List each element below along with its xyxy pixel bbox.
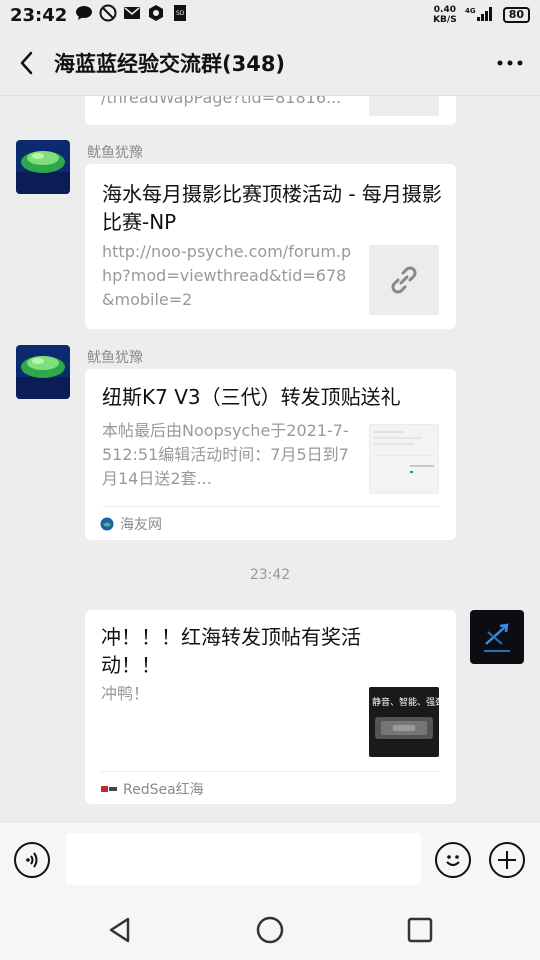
emoji-button[interactable] <box>435 842 471 878</box>
card-divider <box>102 506 440 507</box>
own-article-card[interactable]: 冲！！！红海转发顶帖有奖活动！！ 冲鸭！ 静音、智能、强劲 RedSea红海 <box>85 610 456 804</box>
do-not-disturb-icon <box>99 4 117 26</box>
link-card[interactable]: 海水每月摄影比赛顶楼活动 - 每月摄影比赛-NP http://noo-psyc… <box>85 164 456 329</box>
card-source: 海友网 <box>100 514 162 534</box>
card-source: RedSea红海 <box>101 779 204 799</box>
avatar[interactable] <box>16 345 70 399</box>
triangle-back-icon <box>109 917 130 943</box>
nav-back-button[interactable] <box>100 910 140 950</box>
own-avatar[interactable] <box>470 610 524 664</box>
avatar[interactable] <box>16 140 70 194</box>
nav-home-button[interactable] <box>250 910 290 950</box>
svg-text:SD: SD <box>176 10 185 17</box>
app-notification-icon <box>147 4 165 26</box>
article-card[interactable]: 纽斯K7 V3（三代）转发顶贴送礼 本帖最后由Noopsyche于2021-7-… <box>85 369 456 540</box>
message-list[interactable]: /threadWapPage?tid=81816... 鱿鱼犹豫 海水每月摄影比… <box>0 96 540 821</box>
card-divider <box>101 771 440 772</box>
more-options-button[interactable] <box>480 30 540 96</box>
message-timestamp: 23:42 <box>249 567 291 583</box>
circle-home-icon <box>256 916 284 944</box>
network-speed: 0.40 KB/S <box>433 5 457 25</box>
sender-name: 鱿鱼犹豫 <box>87 350 143 366</box>
nav-recents-button[interactable] <box>400 910 440 950</box>
chat-title: 海蓝蓝经验交流群(348) <box>54 51 286 76</box>
source-name: 海友网 <box>120 517 162 533</box>
source-name: RedSea红海 <box>123 782 204 798</box>
message-card-partial[interactable]: /threadWapPage?tid=81816... <box>85 96 456 125</box>
chevron-left-icon <box>20 51 33 74</box>
back-button[interactable] <box>0 30 54 96</box>
status-time: 23:42 <box>10 4 68 26</box>
message-input[interactable] <box>66 833 421 885</box>
signal-icon: 4G <box>465 6 495 25</box>
voice-icon <box>26 852 38 868</box>
system-navigation-bar <box>0 898 540 960</box>
sd-card-icon: SD <box>171 4 189 26</box>
link-thumbnail <box>369 245 439 315</box>
card-title: 纽斯K7 V3（三代）转发顶贴送礼 <box>102 385 401 409</box>
status-bar: 23:42 SD 0.40 KB/S 4G 80 <box>0 0 540 30</box>
battery-indicator: 80 <box>502 7 530 23</box>
more-functions-button[interactable] <box>489 842 525 878</box>
mail-icon <box>123 5 141 25</box>
emoji-icon <box>446 855 460 866</box>
card-title: 冲！！！红海转发顶帖有奖活动！！ <box>101 625 361 677</box>
network-speed-value: 0.40 <box>433 5 456 15</box>
chat-bubble-icon <box>75 5 93 25</box>
card-description: 本帖最后由Noopsyche于2021-7-512:51编辑活动时间：7月5日到… <box>102 421 349 488</box>
card-description: 冲鸭！ <box>101 684 150 703</box>
article-thumbnail: 静音、智能、强劲 <box>369 687 439 757</box>
article-thumbnail <box>369 424 439 494</box>
card-thumbnail <box>369 96 439 116</box>
input-bar <box>0 821 540 898</box>
chat-header: 海蓝蓝经验交流群(348) <box>0 30 540 96</box>
card-description: /threadWapPage?tid=81816... <box>101 96 342 107</box>
card-title: 海水每月摄影比赛顶楼活动 - 每月摄影比赛-NP <box>102 182 442 234</box>
card-description: http://noo-psyche.com/forum.php?mod=view… <box>102 242 352 309</box>
voice-input-button[interactable] <box>14 842 50 878</box>
square-recents-icon <box>407 917 433 943</box>
redsea-logo-icon <box>101 786 117 792</box>
network-speed-unit: KB/S <box>433 15 457 25</box>
haiyou-logo-icon <box>100 517 114 531</box>
sender-name: 鱿鱼犹豫 <box>87 145 143 161</box>
link-icon <box>391 266 417 294</box>
plus-icon <box>498 851 516 869</box>
more-dots-icon <box>497 60 523 65</box>
svg-text:4G: 4G <box>465 7 476 15</box>
